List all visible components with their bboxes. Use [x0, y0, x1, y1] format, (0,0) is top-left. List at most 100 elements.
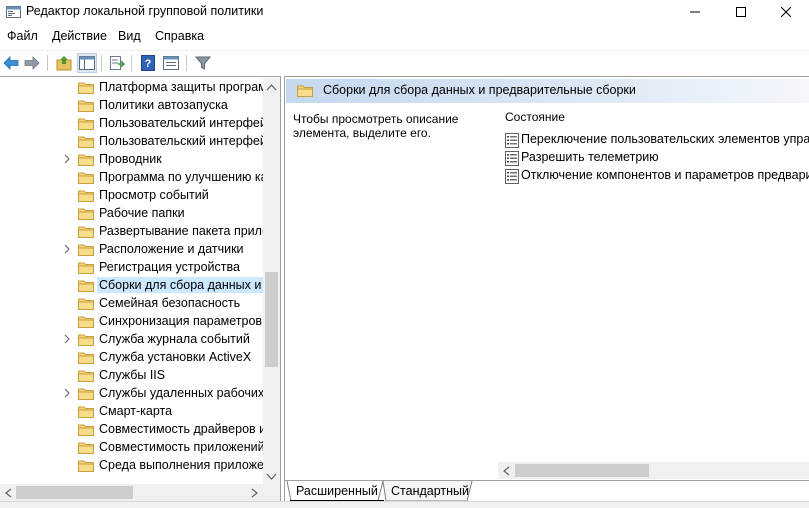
tree-item[interactable]: Службы IIS [0, 366, 263, 384]
tree-item[interactable]: Политики автозапуска [0, 96, 263, 114]
folder-icon [78, 316, 94, 328]
tree-item[interactable]: Совместимость приложений [0, 438, 265, 456]
tree-item-label: Рабочие папки [99, 206, 185, 220]
folder-icon [78, 370, 94, 382]
properties-icon [163, 56, 179, 70]
folder-icon [78, 82, 94, 94]
menu-help[interactable]: Справка [155, 29, 204, 43]
folder-icon [78, 244, 94, 256]
policy-setting-icon [505, 169, 519, 184]
show-hide-tree-icon [79, 56, 95, 70]
details-horizontal-scroll-thumb[interactable] [515, 464, 649, 477]
scrollbar-corner [263, 484, 280, 501]
scroll-left-arrow-icon[interactable] [4, 488, 12, 498]
policy-label: Отключение компонентов и параметров пред… [521, 168, 809, 182]
menu-action[interactable]: Действие [52, 29, 107, 43]
policy-setting-icon [505, 133, 519, 148]
tree-item[interactable]: Среда выполнения приложен [0, 456, 271, 474]
scroll-right-arrow-icon[interactable] [251, 488, 259, 498]
tree-item[interactable]: Регистрация устройства [0, 258, 263, 276]
tree-item[interactable]: Служба установки ActiveX [0, 348, 263, 366]
tree-item[interactable]: Смарт-карта [0, 402, 263, 420]
tab-standard[interactable]: Стандартный [385, 484, 475, 501]
chevron-right-icon[interactable] [62, 387, 72, 399]
tree-item-label: Служба установки ActiveX [99, 350, 252, 364]
tree-item[interactable]: Служба журнала событий [0, 330, 263, 348]
tree-horizontal-scrollbar[interactable] [0, 484, 263, 501]
folder-icon [78, 442, 94, 454]
tree-item[interactable]: Проводник [0, 150, 263, 168]
details-header-title: Сборки для сбора данных и предварительны… [323, 83, 636, 97]
tree-item[interactable]: Просмотр событий [0, 186, 263, 204]
column-header-state[interactable]: Состояние [505, 110, 565, 124]
tree-item[interactable]: Программа по улучшению ка [0, 168, 268, 186]
tree-item[interactable]: Расположение и датчики [0, 240, 263, 258]
folder-icon [78, 136, 94, 148]
tree-item-label: Регистрация устройства [99, 260, 240, 274]
close-button[interactable] [763, 0, 809, 24]
back-button[interactable] [1, 53, 21, 73]
tree-horizontal-scroll-thumb[interactable] [16, 486, 133, 499]
tree-panel: Платформа защиты програми Политики автоза… [0, 76, 281, 501]
tree-item[interactable]: Сборки для сбора данных и п [0, 276, 274, 294]
tree-item-label: Среда выполнения приложен [99, 458, 271, 472]
menu-file[interactable]: Файл [7, 29, 38, 43]
tree-item-label: Политики автозапуска [99, 98, 228, 112]
scroll-left-arrow-icon[interactable] [502, 466, 510, 476]
export-list-button[interactable] [107, 53, 127, 73]
tree-item-label: Сборки для сбора данных и п [97, 277, 274, 293]
description-text: Чтобы просмотреть описание элемента, выд… [293, 112, 459, 140]
tree-item-label: Совместимость приложений [99, 440, 265, 454]
tree-vertical-scroll-thumb[interactable] [265, 272, 278, 367]
maximize-icon [736, 7, 746, 17]
show-tree-button[interactable] [77, 53, 97, 73]
folder-icon [78, 406, 94, 418]
maximize-button[interactable] [718, 0, 764, 24]
tree-item[interactable]: Семейная безопасность [0, 294, 263, 312]
forward-button[interactable] [22, 53, 42, 73]
help-button[interactable]: ? [138, 53, 158, 73]
tree-item-label: Программа по улучшению ка [99, 170, 268, 184]
tab-extended[interactable]: Расширенный [290, 484, 384, 501]
title-bar: Редактор локальной групповой политики [0, 0, 809, 24]
help-icon: ? [141, 55, 155, 71]
tree-item[interactable]: Службы удаленных рабочих с [0, 384, 274, 402]
policy-item[interactable]: Разрешить телеметрию [505, 149, 809, 167]
chevron-right-icon[interactable] [62, 333, 72, 345]
tree-item-label: Семейная безопасность [99, 296, 241, 310]
up-level-button[interactable] [54, 53, 74, 73]
tree-item-label: Пользовательский интерфейс [99, 116, 274, 130]
tree-item[interactable]: Синхронизация параметров [0, 312, 263, 330]
menu-view[interactable]: Вид [118, 29, 141, 43]
scroll-down-arrow-icon[interactable] [266, 473, 277, 481]
tree-vertical-scrollbar[interactable] [263, 78, 280, 484]
details-horizontal-scrollbar[interactable] [498, 462, 809, 479]
tree-item-label: Платформа защиты програми [99, 80, 274, 94]
status-bar [0, 501, 809, 508]
app-icon [6, 6, 21, 18]
minimize-button[interactable] [672, 0, 718, 24]
folder-icon [78, 100, 94, 112]
properties-button[interactable] [161, 53, 181, 73]
tree-item-label: Пользовательский интерфейс [99, 134, 274, 148]
folder-icon [78, 118, 94, 130]
tree-item[interactable]: Рабочие папки [0, 204, 263, 222]
scroll-up-arrow-icon[interactable] [266, 83, 277, 91]
tree-item[interactable]: Развертывание пакета прило [0, 222, 269, 240]
filter-button[interactable] [193, 53, 213, 73]
tree-item-label: Совместимость драйверов и у [99, 422, 276, 436]
policy-item[interactable]: Переключение пользовательских элементов … [505, 131, 809, 149]
tree-item[interactable]: Платформа защиты програми [0, 78, 274, 96]
tree-item-label: Просмотр событий [99, 188, 209, 202]
menu-bar: Файл Действие Вид Справка [0, 26, 809, 46]
tree-item[interactable]: Пользовательский интерфейс [0, 114, 273, 132]
folder-icon [78, 280, 94, 292]
tree-item[interactable]: Пользовательский интерфейс [0, 132, 273, 150]
folder-icon [78, 388, 94, 400]
policy-label: Разрешить телеметрию [521, 150, 659, 164]
policy-item[interactable]: Отключение компонентов и параметров пред… [505, 167, 809, 185]
chevron-right-icon[interactable] [62, 243, 72, 255]
tree-item-label: Службы удаленных рабочих с [99, 386, 274, 400]
chevron-right-icon[interactable] [62, 153, 72, 165]
tree-item[interactable]: Совместимость драйверов и у [0, 420, 276, 438]
